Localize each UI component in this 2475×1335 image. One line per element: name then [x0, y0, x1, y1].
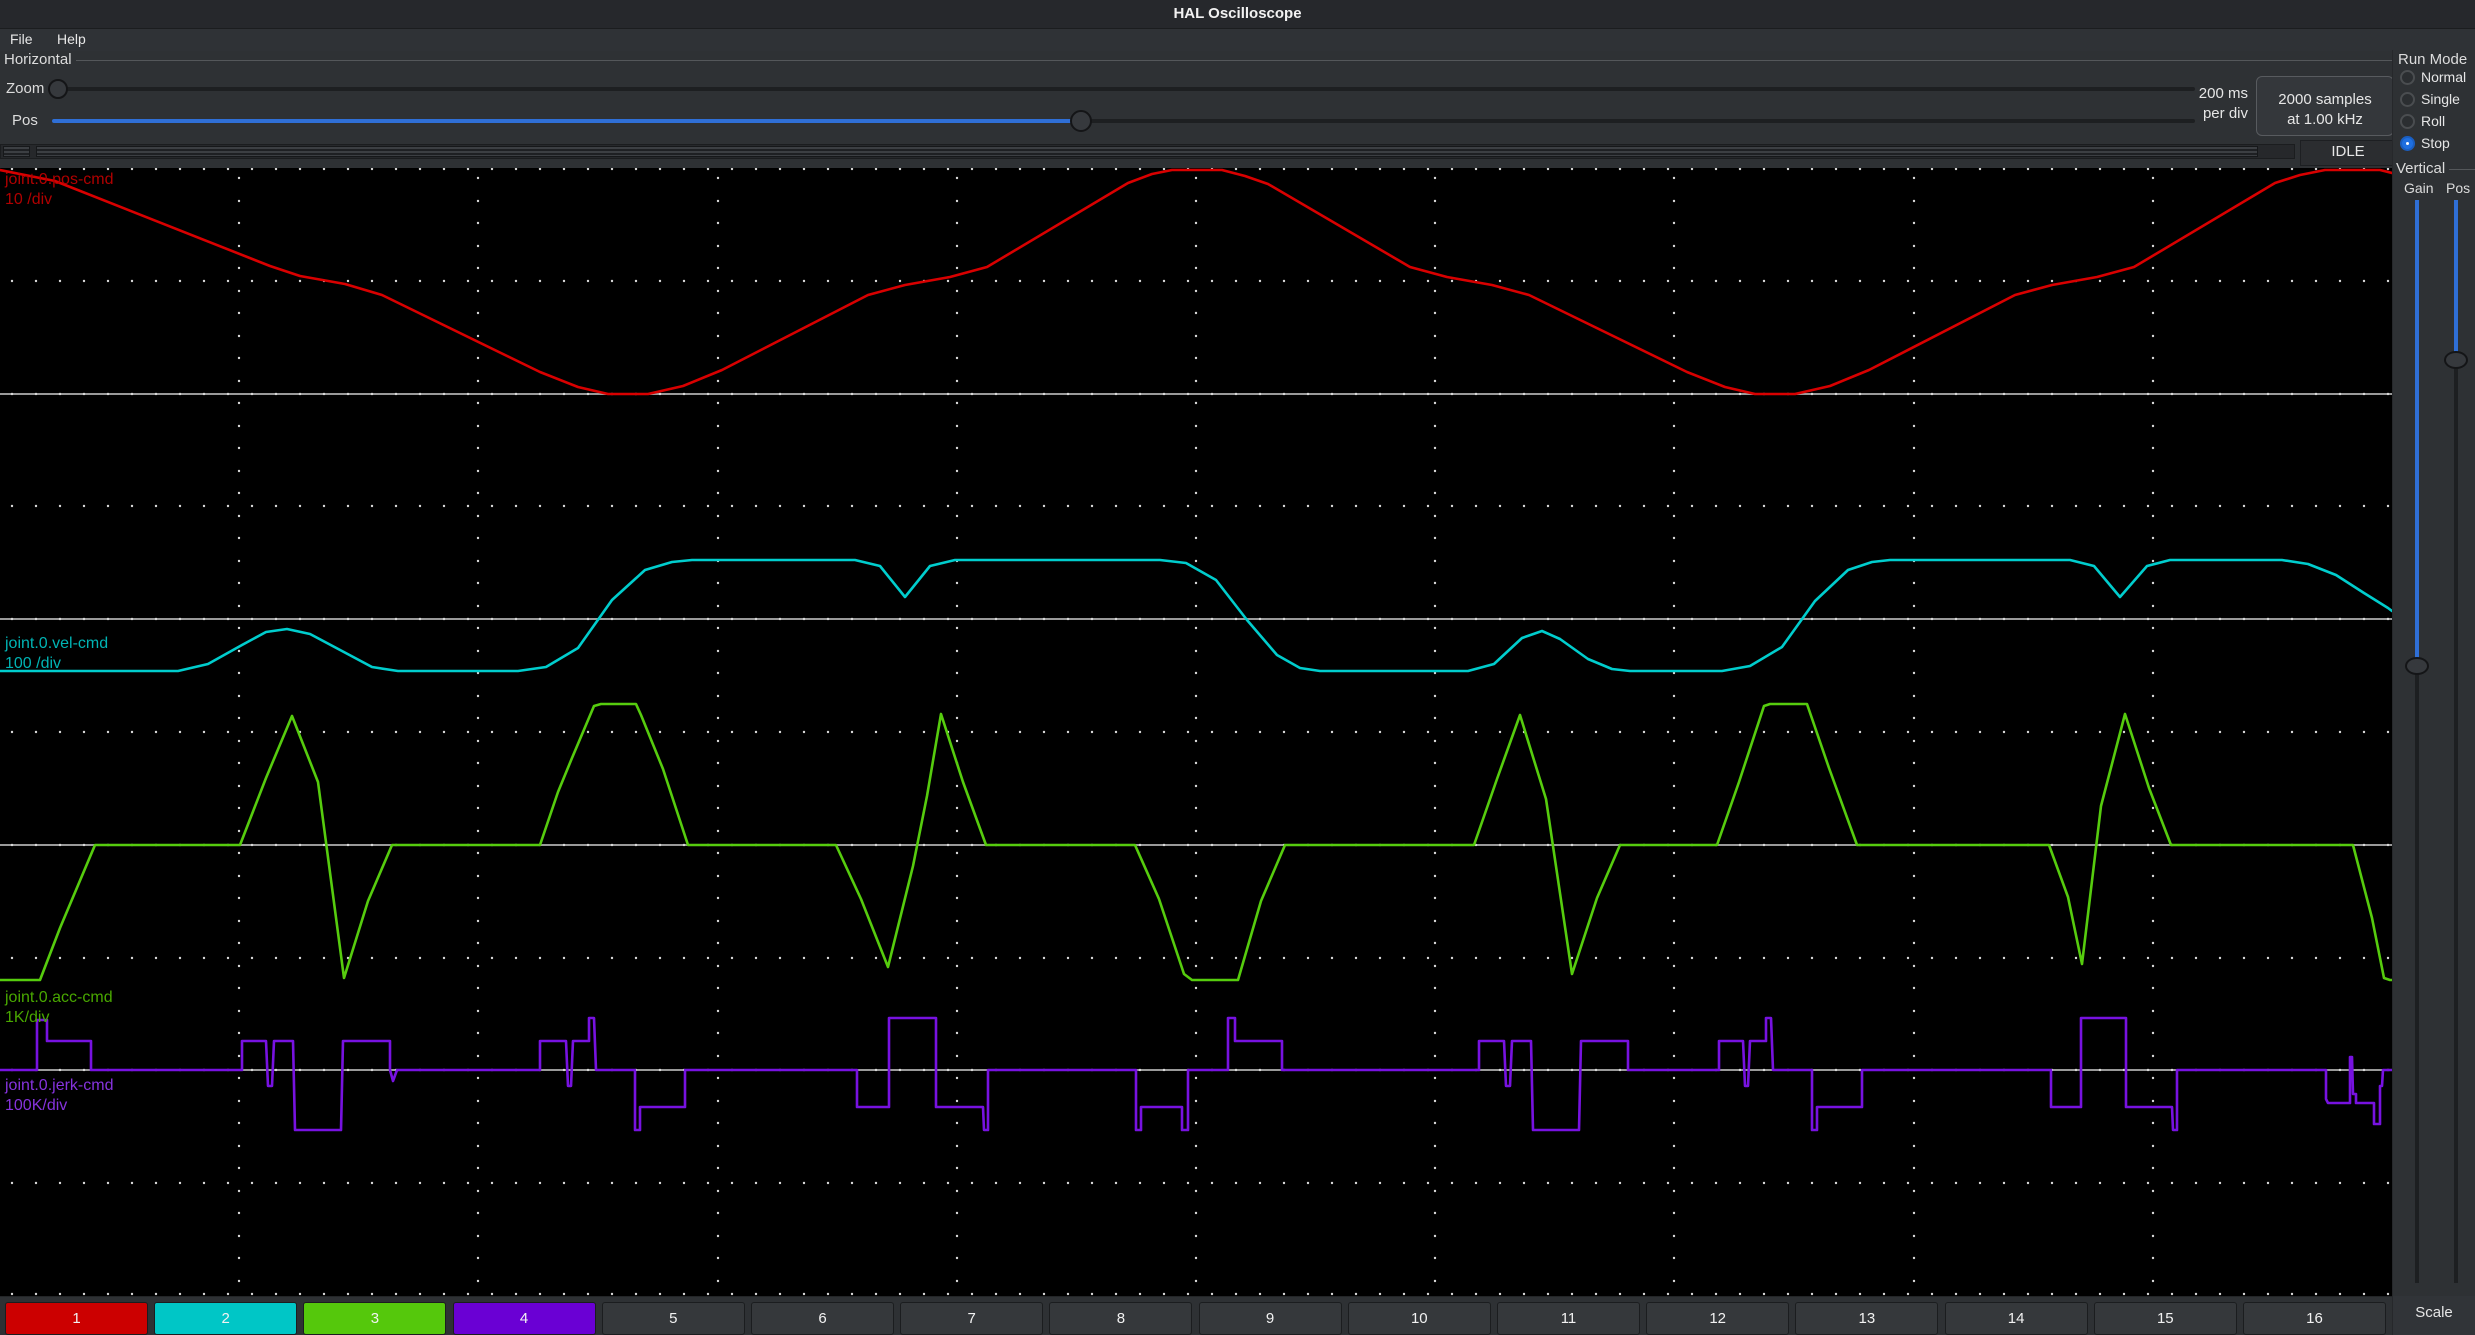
horizontal-frame-label: Horizontal — [4, 51, 72, 68]
channel-button-5[interactable]: 5 — [602, 1302, 745, 1335]
radio-label: Normal — [2421, 69, 2466, 85]
samples-count: 2000 samples — [2263, 90, 2387, 110]
acquisition-status: IDLE — [2300, 140, 2396, 166]
channel-button-6[interactable]: 6 — [751, 1302, 894, 1335]
channel-label-joint.0.acc-cmd: joint.0.acc-cmd 1K/div — [5, 988, 113, 1028]
samples-rate: at 1.00 kHz — [2263, 110, 2387, 130]
channel-button-3[interactable]: 3 — [303, 1302, 446, 1335]
radio-label: Roll — [2421, 113, 2445, 129]
channel-button-10[interactable]: 10 — [1348, 1302, 1491, 1335]
run-mode-option-single[interactable]: Single — [2400, 88, 2466, 110]
scale-label: Scale — [2392, 1296, 2475, 1335]
channel-button-11[interactable]: 11 — [1497, 1302, 1640, 1335]
zoom-label: Zoom — [6, 80, 44, 97]
channel-button-12[interactable]: 12 — [1646, 1302, 1789, 1335]
channel-label-joint.0.jerk-cmd: joint.0.jerk-cmd 100K/div — [5, 1076, 113, 1116]
window-title: HAL Oscilloscope — [0, 0, 2475, 29]
run-mode-option-normal[interactable]: Normal — [2400, 66, 2466, 88]
radio-icon[interactable] — [2400, 136, 2415, 151]
vertical-frame-label: Vertical — [2396, 160, 2445, 177]
right-panel — [2392, 50, 2475, 1296]
time-per-div-units: per div — [2140, 104, 2248, 124]
pos-label: Pos — [12, 112, 38, 129]
vertical-frame-line — [2449, 169, 2475, 170]
trace-joint.0.acc-cmd — [0, 704, 2392, 980]
vertical-pos-slider-fill — [2454, 200, 2458, 360]
channel-button-8[interactable]: 8 — [1049, 1302, 1192, 1335]
radio-label: Stop — [2421, 135, 2450, 151]
horizontal-frame-line — [76, 60, 2392, 61]
run-mode-options: Normal Single Roll Stop — [2400, 66, 2466, 154]
trace-joint.0.vel-cmd — [0, 560, 2392, 671]
gain-slider-handle[interactable] — [2405, 657, 2429, 675]
zoom-slider-track[interactable] — [48, 87, 2195, 91]
menubar: File Help — [0, 29, 2475, 51]
vertical-pos-label: Pos — [2446, 180, 2470, 196]
channel-button-4[interactable]: 4 — [453, 1302, 596, 1335]
trace-joint.0.jerk-cmd — [0, 1018, 2392, 1130]
channel-button-1[interactable]: 1 — [5, 1302, 148, 1335]
menu-help[interactable]: Help — [47, 29, 96, 49]
scope-plot — [0, 168, 2392, 1296]
record-scrollbar-stub[interactable] — [3, 146, 30, 157]
radio-icon[interactable] — [2400, 92, 2415, 107]
zoom-slider-handle[interactable] — [48, 79, 68, 99]
scope-screen[interactable]: joint.0.pos-cmd 10 /div joint.0.vel-cmd 1… — [0, 168, 2392, 1296]
pos-slider-fill — [52, 119, 1081, 123]
hal-oscilloscope-window: HAL Oscilloscope File Help Horizontal Zo… — [0, 0, 2475, 1335]
channel-select-bar: 12345678910111213141516 — [0, 1296, 2392, 1335]
trace-joint.0.pos-cmd — [0, 170, 2392, 394]
channel-label-joint.0.pos-cmd: joint.0.pos-cmd 10 /div — [5, 170, 114, 210]
channel-button-7[interactable]: 7 — [900, 1302, 1043, 1335]
channel-button-13[interactable]: 13 — [1795, 1302, 1938, 1335]
radio-label: Single — [2421, 91, 2460, 107]
run-mode-option-roll[interactable]: Roll — [2400, 110, 2466, 132]
channel-button-9[interactable]: 9 — [1199, 1302, 1342, 1335]
channel-button-15[interactable]: 15 — [2094, 1302, 2237, 1335]
channel-button-16[interactable]: 16 — [2243, 1302, 2386, 1335]
gain-label: Gain — [2404, 180, 2434, 196]
vertical-pos-slider-handle[interactable] — [2444, 351, 2468, 369]
run-mode-option-stop[interactable]: Stop — [2400, 132, 2466, 154]
channel-label-joint.0.vel-cmd: joint.0.vel-cmd 100 /div — [5, 634, 108, 674]
menu-file[interactable]: File — [0, 29, 43, 49]
channel-button-14[interactable]: 14 — [1945, 1302, 2088, 1335]
record-scrollbar-thumb[interactable] — [36, 146, 2258, 157]
gain-slider-fill — [2415, 200, 2419, 666]
pos-slider-handle[interactable] — [1070, 110, 1092, 132]
samples-rate-button[interactable]: 2000 samples at 1.00 kHz — [2256, 76, 2394, 136]
time-per-div-readout: 200 ms per div — [2140, 84, 2248, 124]
radio-icon[interactable] — [2400, 70, 2415, 85]
channel-button-2[interactable]: 2 — [154, 1302, 297, 1335]
time-per-div-value: 200 ms — [2140, 84, 2248, 104]
radio-icon[interactable] — [2400, 114, 2415, 129]
